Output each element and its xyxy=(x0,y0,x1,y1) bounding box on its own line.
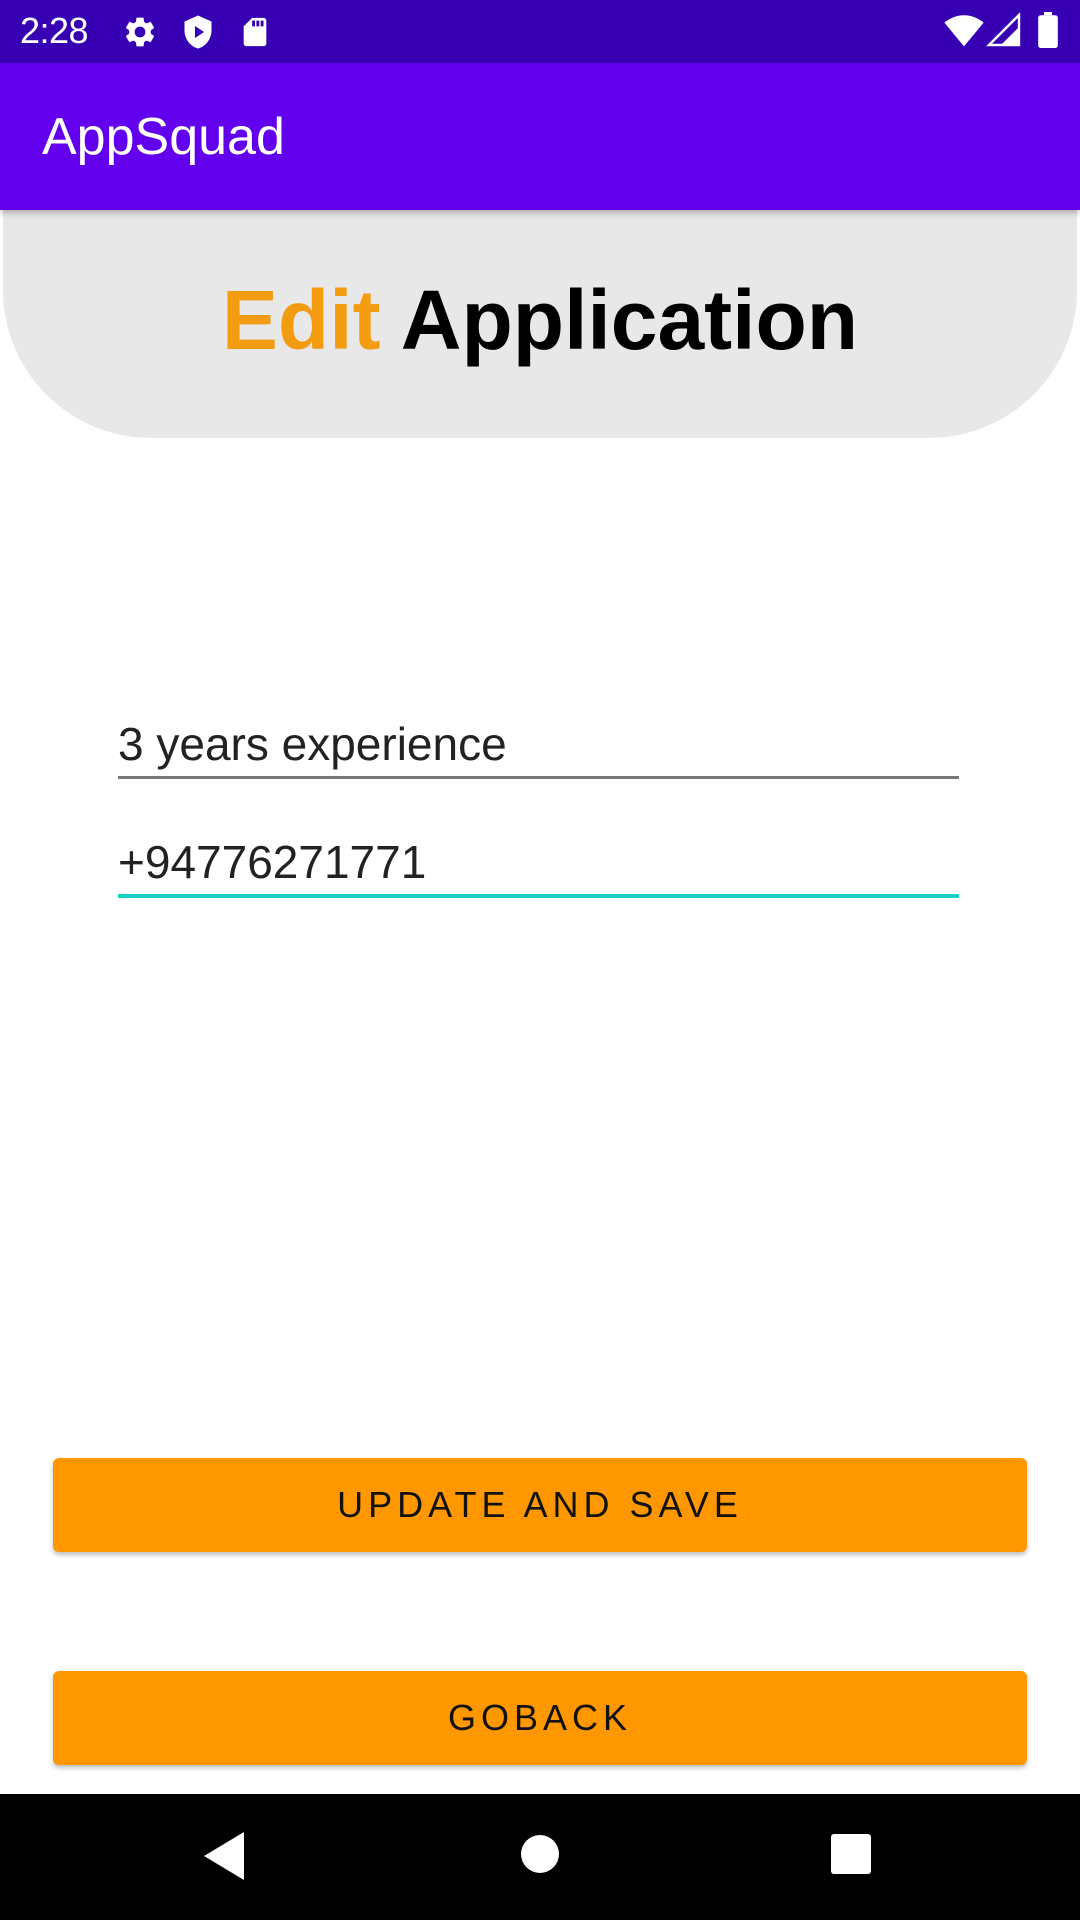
battery-icon xyxy=(1038,12,1058,53)
app-bar: AppSquad xyxy=(0,63,1080,210)
navigation-bar xyxy=(0,1794,1080,1920)
goback-button[interactable]: GOBACK xyxy=(53,1671,1027,1765)
sd-card-icon xyxy=(238,14,272,55)
shield-play-icon xyxy=(180,14,216,55)
page-title-rest: Application xyxy=(400,273,859,367)
status-bar: 2:28 xyxy=(0,0,1080,63)
phone-underline xyxy=(118,894,959,898)
phone-field[interactable] xyxy=(118,830,959,898)
recents-icon[interactable] xyxy=(831,1834,871,1879)
home-icon[interactable] xyxy=(520,1834,560,1879)
header-card: Edit Application xyxy=(3,210,1077,438)
page-title-accent: Edit xyxy=(221,273,381,367)
status-time: 2:28 xyxy=(20,10,89,51)
update-and-save-button[interactable]: UPDATE AND SAVE xyxy=(53,1458,1027,1552)
experience-underline xyxy=(118,776,959,779)
phone-input[interactable] xyxy=(118,830,959,894)
app-title: AppSquad xyxy=(42,108,285,166)
page-title: Edit Application xyxy=(3,270,1077,370)
cell-signal-icon xyxy=(986,12,1022,53)
wifi-icon xyxy=(944,12,984,53)
experience-input[interactable] xyxy=(118,712,959,776)
back-icon[interactable] xyxy=(202,1830,246,1887)
experience-field[interactable] xyxy=(118,712,959,779)
settings-icon xyxy=(122,14,158,55)
